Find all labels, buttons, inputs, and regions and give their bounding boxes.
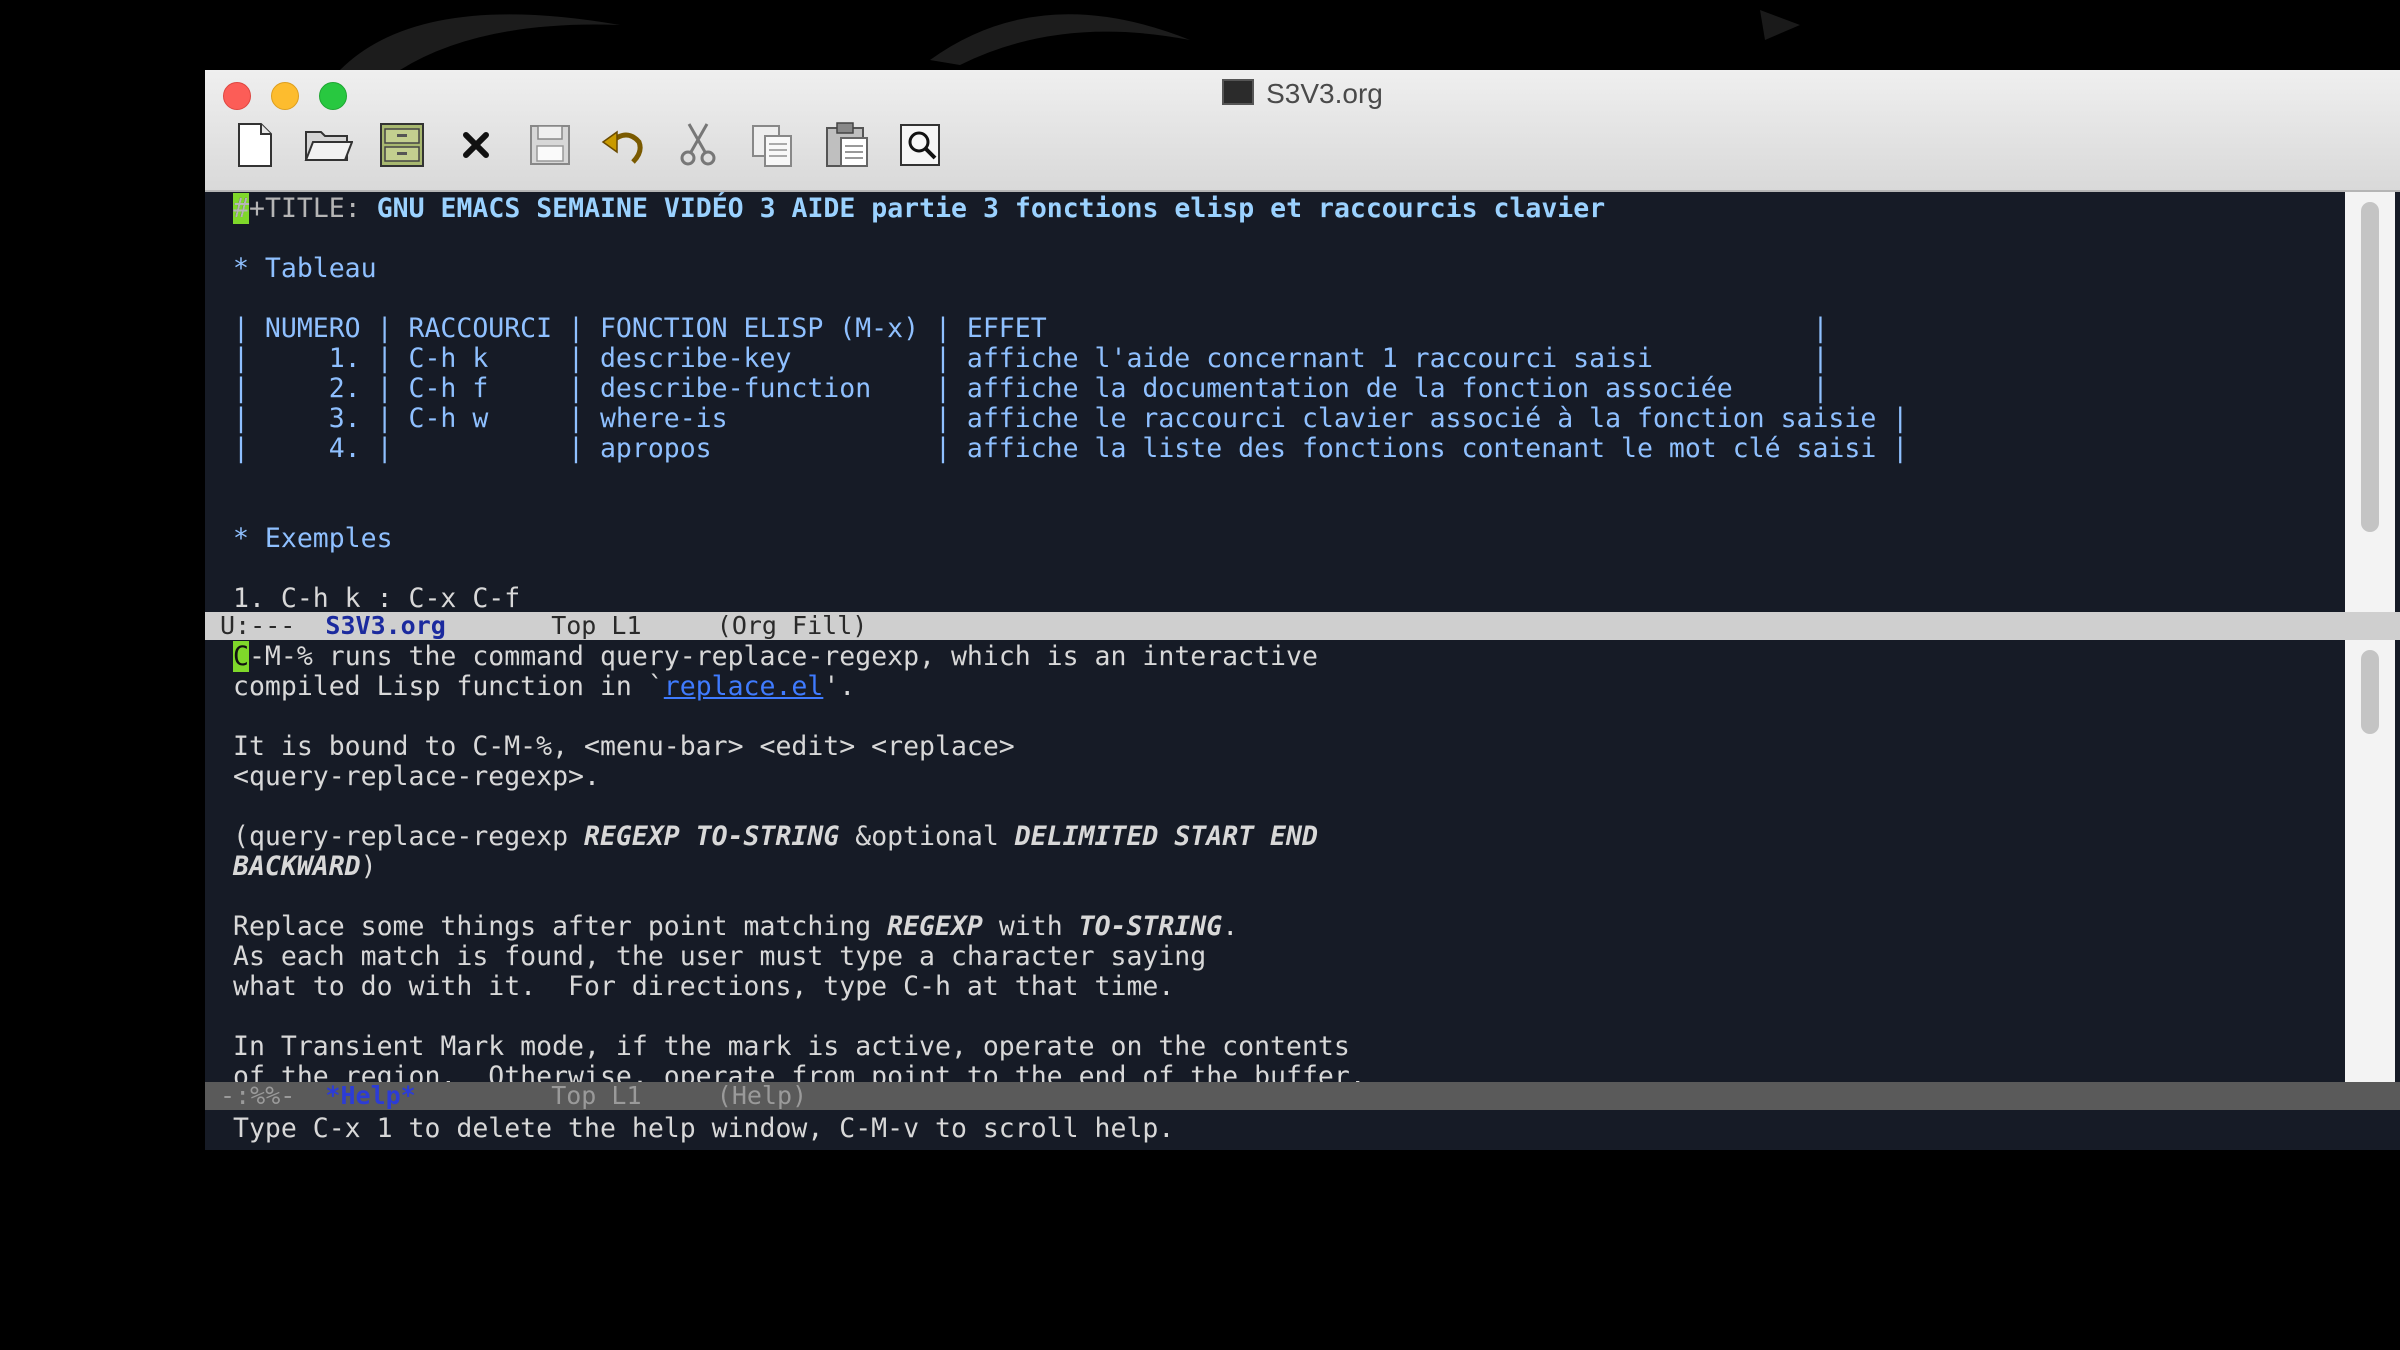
heading-tableau: * Tableau — [233, 253, 377, 284]
undo-button[interactable] — [597, 118, 651, 172]
help-arg: TO-STRING — [1078, 911, 1223, 942]
help-line: (query-replace-regexp REGEXP TO-STRING &… — [233, 822, 1318, 852]
help-arg: BACKWARD — [233, 851, 361, 882]
scrollbar-thumb[interactable] — [2361, 202, 2379, 532]
help-text: '. — [823, 671, 856, 702]
help-line: what to do with it. For directions, type… — [233, 971, 1175, 1002]
emacs-frame: ##+TITLE: GNU EMACS SEMAINE VIDÉO 3 AIDE… — [205, 192, 2400, 1150]
table-row: | 2. | C-h f | describe-function | affic… — [233, 373, 1829, 404]
cut-button[interactable] — [671, 118, 725, 172]
window-title-text: S3V3.org — [1266, 78, 1383, 109]
mode-line-buffer-name[interactable]: *Help* — [325, 1081, 415, 1110]
table-row: | 1. | C-h k | describe-key | affiche l'… — [233, 343, 1829, 374]
help-text: . — [1222, 911, 1239, 942]
help-line: C-M-% runs the command query-replace-reg… — [233, 641, 1318, 672]
scissors-icon — [680, 123, 716, 166]
dired-button[interactable] — [375, 118, 429, 172]
help-arg: REGEXP — [887, 911, 983, 942]
echo-area-message: Type C-x 1 to delete the help window, C-… — [233, 1113, 1175, 1144]
help-text: compiled Lisp function in ` — [233, 671, 664, 702]
table-row: | 3. | C-h w | where-is | affiche le rac… — [233, 403, 1909, 434]
open-file-button[interactable] — [301, 118, 355, 172]
copy-icon — [752, 125, 792, 167]
copy-button[interactable] — [745, 118, 799, 172]
org-buffer-window[interactable]: ##+TITLE: GNU EMACS SEMAINE VIDÉO 3 AIDE… — [205, 192, 2335, 612]
close-icon — [463, 132, 489, 158]
undo-icon — [601, 130, 643, 164]
help-arg: REGEXP TO-STRING — [584, 821, 840, 852]
new-file-icon — [238, 123, 272, 167]
help-line: In Transient Mark mode, if the mark is a… — [233, 1031, 1350, 1062]
table-row: | 4. | | apropos | affiche la liste des … — [233, 433, 1909, 464]
replace-el-link[interactable]: replace.el — [664, 671, 824, 702]
help-line: of the region. Otherwise, operate from p… — [233, 1061, 1366, 1083]
help-text: Replace some things after point matching — [233, 911, 888, 942]
org-buffer-scrollbar[interactable] — [2345, 192, 2395, 612]
help-text: ) — [360, 851, 377, 882]
help-text: &optional — [839, 821, 1015, 852]
save-button[interactable] — [523, 118, 577, 172]
help-line: BACKWARD) — [233, 852, 377, 882]
title-keyword: #+TITLE: — [233, 193, 361, 224]
help-text: -M-% runs the command query-replace-rege… — [248, 641, 1318, 672]
document-proxy-icon — [1222, 79, 1255, 105]
mode-line-position: Top L1 — [415, 1081, 717, 1110]
mode-line-help[interactable]: -:%%- *Help* Top L1 (Help) — [205, 1082, 2400, 1110]
example-line: 1. C-h k : C-x C-f — [233, 583, 521, 613]
kill-buffer-button[interactable] — [449, 118, 503, 172]
emacs-window: S3V3.org ##+TITLE: GNU EMACS SEMAINE VID… — [205, 70, 2400, 1150]
heading-exemples: * Exemples — [233, 523, 393, 554]
help-line: As each match is found, the user must ty… — [233, 941, 1207, 972]
floppy-icon — [530, 125, 570, 165]
folder-open-icon — [304, 131, 353, 161]
clipboard-icon — [826, 122, 868, 167]
scrollbar-thumb[interactable] — [2361, 650, 2379, 734]
help-line: compiled Lisp function in `replace.el'. — [233, 672, 855, 702]
mode-line-org[interactable]: U:--- S3V3.org Top L1 (Org Fill) — [205, 612, 2400, 640]
search-button[interactable] — [893, 118, 947, 172]
desktop-background-decoration — [340, 10, 1800, 70]
help-line: <query-replace-regexp>. — [233, 761, 600, 792]
document-title: GNU EMACS SEMAINE VIDÉO 3 AIDE partie 3 … — [376, 193, 1606, 224]
table-header-row: | NUMERO | RACCOURCI | FONCTION ELISP (M… — [233, 313, 1829, 344]
help-buffer-window[interactable]: C-M-% runs the command query-replace-reg… — [205, 640, 2335, 1082]
help-line: It is bound to C-M-%, <menu-bar> <edit> … — [233, 731, 1015, 762]
mode-line-mode[interactable]: (Org Fill) — [717, 611, 868, 640]
new-file-button[interactable] — [227, 118, 281, 172]
title-bar: S3V3.org — [205, 70, 2400, 192]
mode-line-status: -:%%- — [205, 1081, 326, 1110]
mode-line-position: Top L1 — [445, 611, 717, 640]
window-title: S3V3.org — [205, 78, 2400, 110]
mode-line-buffer-name[interactable]: S3V3.org — [325, 611, 445, 640]
mode-line-mode[interactable]: (Help) — [717, 1081, 807, 1110]
help-line: Replace some things after point matching… — [233, 912, 1238, 942]
org-title-line: ##+TITLE: GNU EMACS SEMAINE VIDÉO 3 AIDE… — [233, 193, 1606, 224]
echo-area[interactable]: Type C-x 1 to delete the help window, C-… — [205, 1110, 2400, 1150]
help-arg: DELIMITED START END — [1014, 821, 1318, 852]
text-cursor: C — [233, 641, 249, 672]
search-icon — [900, 124, 940, 166]
mode-line-status: U:--- — [205, 611, 326, 640]
help-buffer-scrollbar[interactable] — [2345, 640, 2395, 1082]
help-text: with — [982, 911, 1079, 942]
help-text: (query-replace-regexp — [233, 821, 584, 852]
cabinet-icon — [380, 123, 424, 167]
paste-button[interactable] — [819, 118, 873, 172]
